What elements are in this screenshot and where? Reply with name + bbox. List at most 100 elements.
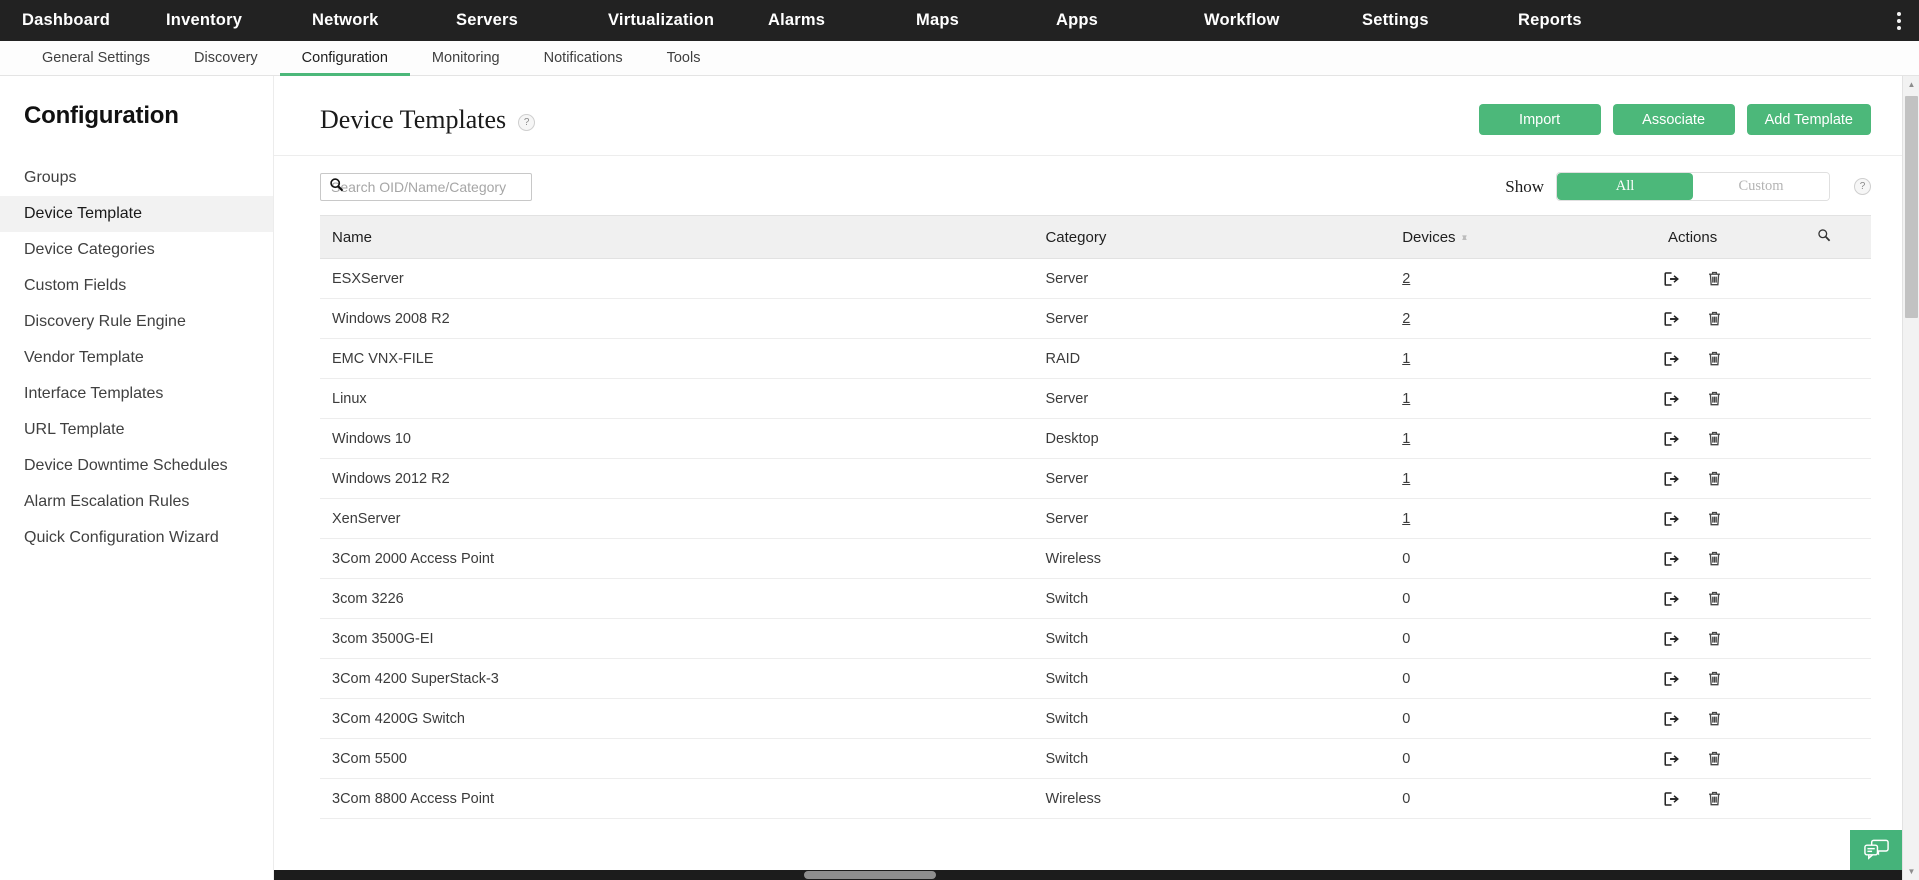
associate-devices-action[interactable]: [1664, 790, 1681, 807]
page-help-icon[interactable]: ?: [518, 114, 536, 131]
table-row[interactable]: Linux Server 1: [320, 378, 1871, 419]
show-filter-option-all[interactable]: All: [1557, 173, 1693, 200]
column-header-category[interactable]: Category: [1033, 215, 1391, 259]
horizontal-scrollbar[interactable]: [274, 870, 1902, 880]
topnav-item-network[interactable]: Network: [312, 0, 456, 41]
delete-template-action[interactable]: [1707, 790, 1722, 807]
sidebar-item-url-template[interactable]: URL Template: [0, 412, 273, 448]
associate-devices-action[interactable]: [1664, 630, 1681, 647]
associate-button[interactable]: Associate: [1612, 104, 1735, 135]
associate-devices-action[interactable]: [1664, 350, 1681, 367]
associate-devices-action[interactable]: [1664, 310, 1681, 327]
table-search-toggle[interactable]: [1777, 215, 1871, 259]
scroll-down-arrow-icon[interactable]: ▼: [1903, 863, 1919, 880]
topnav-item-servers[interactable]: Servers: [456, 0, 608, 41]
associate-devices-action[interactable]: [1664, 670, 1681, 687]
sidebar-item-vendor-template[interactable]: Vendor Template: [0, 340, 273, 376]
cell-template-name[interactable]: Windows 10: [320, 418, 1034, 459]
cell-template-name[interactable]: XenServer: [320, 498, 1034, 539]
table-row[interactable]: Windows 10 Desktop 1: [320, 418, 1871, 459]
associate-devices-action[interactable]: [1664, 390, 1681, 407]
delete-template-action[interactable]: [1707, 350, 1722, 367]
import-button[interactable]: Import: [1478, 104, 1601, 135]
table-row[interactable]: 3Com 4200G Switch Switch 0: [320, 698, 1871, 739]
table-row[interactable]: Windows 2012 R2 Server 1: [320, 458, 1871, 499]
topnav-item-reports[interactable]: Reports: [1518, 0, 1582, 41]
cell-template-name[interactable]: Windows 2008 R2: [320, 298, 1034, 339]
topnav-item-settings[interactable]: Settings: [1362, 0, 1518, 41]
cell-template-name[interactable]: 3Com 8800 Access Point: [320, 778, 1034, 819]
subnav-item-notifications[interactable]: Notifications: [522, 41, 645, 75]
topnav-item-alarms[interactable]: Alarms: [768, 0, 916, 41]
sidebar-item-custom-fields[interactable]: Custom Fields: [0, 268, 273, 304]
cell-template-name[interactable]: 3Com 4200 SuperStack-3: [320, 658, 1034, 699]
cell-template-name[interactable]: 3Com 2000 Access Point: [320, 538, 1034, 579]
subnav-item-discovery[interactable]: Discovery: [172, 41, 280, 75]
sidebar-item-groups[interactable]: Groups: [0, 160, 273, 196]
add-template-button[interactable]: Add Template: [1746, 104, 1871, 135]
cell-template-name[interactable]: 3com 3226: [320, 578, 1034, 619]
associate-devices-action[interactable]: [1664, 270, 1681, 287]
subnav-item-tools[interactable]: Tools: [645, 41, 723, 75]
sidebar-item-device-downtime-schedules[interactable]: Device Downtime Schedules: [0, 448, 273, 484]
device-count-link[interactable]: 2: [1402, 271, 1410, 287]
cell-template-name[interactable]: Linux: [320, 378, 1034, 419]
delete-template-action[interactable]: [1707, 550, 1722, 567]
delete-template-action[interactable]: [1707, 470, 1722, 487]
delete-template-action[interactable]: [1707, 310, 1722, 327]
device-count-link[interactable]: 2: [1402, 311, 1410, 327]
table-row[interactable]: 3Com 2000 Access Point Wireless 0: [320, 538, 1871, 579]
delete-template-action[interactable]: [1707, 750, 1722, 767]
sidebar-item-device-categories[interactable]: Device Categories: [0, 232, 273, 268]
table-row[interactable]: XenServer Server 1: [320, 498, 1871, 539]
topnav-item-workflow[interactable]: Workflow: [1204, 0, 1362, 41]
device-count-link[interactable]: 1: [1402, 391, 1410, 407]
kebab-menu-icon[interactable]: [1889, 10, 1909, 32]
vertical-scrollbar-thumb[interactable]: [1905, 96, 1918, 318]
sidebar-item-quick-configuration-wizard[interactable]: Quick Configuration Wizard: [0, 520, 273, 556]
table-row[interactable]: 3Com 5500 Switch 0: [320, 738, 1871, 779]
cell-template-name[interactable]: EMC VNX-FILE: [320, 338, 1034, 379]
subnav-item-monitoring[interactable]: Monitoring: [410, 41, 522, 75]
delete-template-action[interactable]: [1707, 390, 1722, 407]
cell-template-name[interactable]: 3com 3500G-EI: [320, 618, 1034, 659]
scroll-up-arrow-icon[interactable]: ▲: [1903, 76, 1919, 93]
associate-devices-action[interactable]: [1664, 710, 1681, 727]
delete-template-action[interactable]: [1707, 270, 1722, 287]
horizontal-scrollbar-thumb[interactable]: [804, 871, 936, 879]
delete-template-action[interactable]: [1707, 590, 1722, 607]
delete-template-action[interactable]: [1707, 630, 1722, 647]
associate-devices-action[interactable]: [1664, 550, 1681, 567]
device-count-link[interactable]: 1: [1402, 471, 1410, 487]
associate-devices-action[interactable]: [1664, 750, 1681, 767]
search-input[interactable]: [320, 172, 532, 201]
sidebar-item-alarm-escalation-rules[interactable]: Alarm Escalation Rules: [0, 484, 273, 520]
table-row[interactable]: 3com 3500G-EI Switch 0: [320, 618, 1871, 659]
associate-devices-action[interactable]: [1664, 510, 1681, 527]
subnav-item-general-settings[interactable]: General Settings: [20, 41, 172, 75]
show-filter-option-custom[interactable]: Custom: [1693, 173, 1829, 200]
topnav-item-inventory[interactable]: Inventory: [166, 0, 312, 41]
topnav-item-virtualization[interactable]: Virtualization: [608, 0, 768, 41]
cell-template-name[interactable]: 3Com 4200G Switch: [320, 698, 1034, 739]
column-header-devices[interactable]: Devices ▲ ▼: [1390, 215, 1608, 259]
cell-template-name[interactable]: 3Com 5500: [320, 738, 1034, 779]
sidebar-item-device-template[interactable]: Device Template: [0, 196, 273, 232]
table-row[interactable]: ESXServer Server 2: [320, 258, 1871, 299]
topnav-item-maps[interactable]: Maps: [916, 0, 1056, 41]
show-filter-help-icon[interactable]: ?: [1854, 178, 1871, 195]
associate-devices-action[interactable]: [1664, 470, 1681, 487]
topnav-item-apps[interactable]: Apps: [1056, 0, 1204, 41]
delete-template-action[interactable]: [1707, 430, 1722, 447]
topnav-item-dashboard[interactable]: Dashboard: [22, 0, 166, 41]
device-count-link[interactable]: 1: [1402, 511, 1410, 527]
cell-template-name[interactable]: Windows 2012 R2: [320, 458, 1034, 499]
vertical-scrollbar[interactable]: ▲ ▼: [1902, 76, 1919, 880]
table-row[interactable]: EMC VNX-FILE RAID 1: [320, 338, 1871, 379]
device-count-link[interactable]: 1: [1402, 431, 1410, 447]
delete-template-action[interactable]: [1707, 510, 1722, 527]
delete-template-action[interactable]: [1707, 670, 1722, 687]
associate-devices-action[interactable]: [1664, 590, 1681, 607]
delete-template-action[interactable]: [1707, 710, 1722, 727]
table-row[interactable]: 3com 3226 Switch 0: [320, 578, 1871, 619]
